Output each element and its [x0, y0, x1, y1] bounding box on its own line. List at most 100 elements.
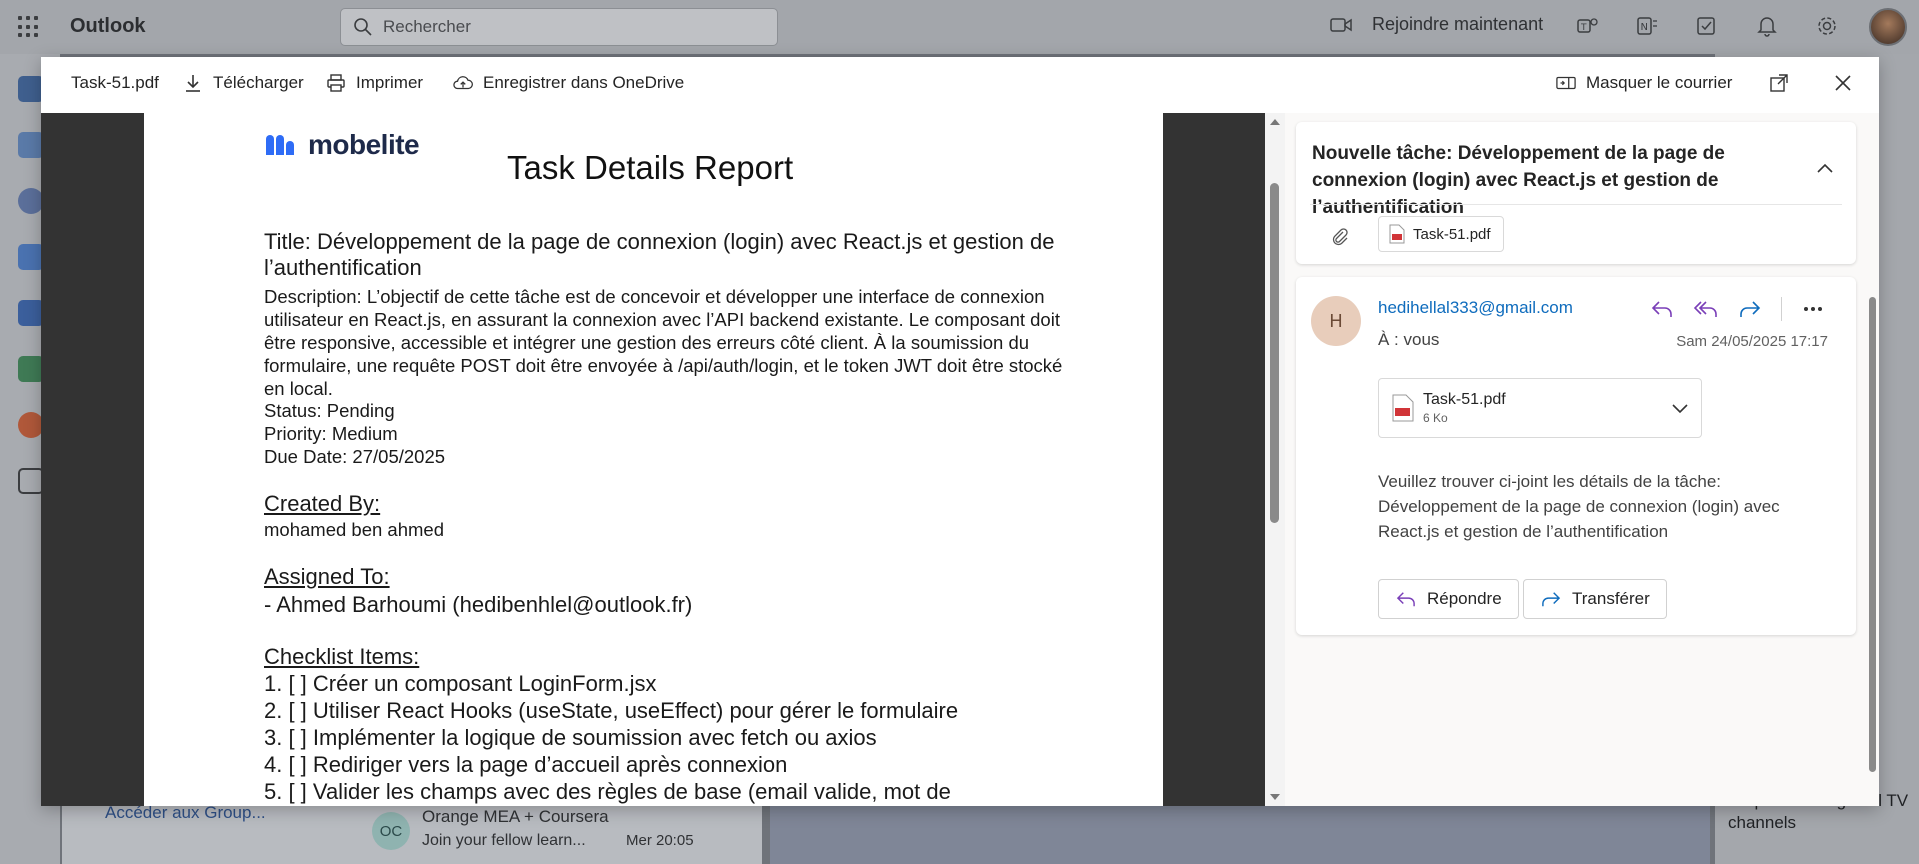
created-by-heading: Created By: — [264, 491, 381, 516]
checklist-item: 5. [ ] Valider les champs avec des règle… — [264, 779, 951, 804]
mail-subject: Nouvelle tâche: Développement de la page… — [1312, 143, 1725, 218]
pdf-preview[interactable]: mobelite Task Details Report Title: Déve… — [41, 113, 1265, 806]
print-button[interactable]: Imprimer — [326, 73, 423, 93]
bell-icon[interactable] — [1755, 14, 1779, 38]
viewer-toolbar: Task-51.pdf Télécharger Imprimer Enregis… — [41, 57, 1879, 113]
svg-text:T: T — [1580, 23, 1587, 33]
pdf-scroll-thumb[interactable] — [1270, 183, 1279, 523]
message-body: Veuillez trouver ci-joint les détails de… — [1378, 472, 1780, 541]
more-actions-icon[interactable] — [1800, 296, 1826, 322]
assigned-to-value: - Ahmed Barhoumi (hedibenhlel@outlook.fr… — [264, 592, 693, 617]
reply-button[interactable]: Répondre — [1378, 579, 1519, 619]
download-label: Télécharger — [213, 73, 304, 92]
search-placeholder: Rechercher — [383, 17, 471, 36]
printer-icon — [327, 74, 345, 92]
outlook-header: Outlook Rechercher Rejoindre maintenant … — [0, 0, 1919, 54]
cloud-upload-icon — [453, 76, 473, 90]
checklist-heading: Checklist Items: — [264, 644, 420, 669]
video-camera-icon — [1330, 17, 1352, 32]
save-onedrive-button[interactable]: Enregistrer dans OneDrive — [453, 73, 684, 93]
reply-icon — [1396, 592, 1415, 607]
subject-card: Nouvelle tâche: Développement de la page… — [1296, 122, 1856, 264]
reply-icon[interactable] — [1649, 296, 1675, 322]
divider — [1310, 204, 1842, 205]
reply-label: Répondre — [1427, 589, 1502, 608]
forward-label: Transférer — [1572, 589, 1650, 608]
logo-wordmark: mobelite — [308, 129, 420, 160]
action-separator — [1781, 297, 1782, 321]
join-now-label: Rejoindre maintenant — [1372, 14, 1544, 34]
groups-link[interactable]: Accéder aux Group... — [105, 803, 266, 823]
sender-avatar: OC — [372, 812, 410, 850]
created-by-value: mohamed ben ahmed — [264, 519, 444, 540]
pdf-file-icon — [1389, 224, 1405, 244]
checklist-item: 1. [ ] Créer un composant LoginForm.jsx — [264, 671, 657, 696]
mail-scrollbar[interactable] — [1867, 283, 1879, 803]
checklist-item: 4. [ ] Rediriger vers la page d’accueil … — [264, 752, 788, 777]
paperclip-icon[interactable] — [1330, 226, 1350, 246]
attachment-card[interactable]: Task-51.pdf 6 Ko — [1378, 378, 1702, 438]
svg-text:N: N — [1641, 22, 1648, 33]
forward-icon[interactable] — [1737, 296, 1763, 322]
task-status: Status: Pending — [264, 400, 395, 421]
attachment-chip-label: Task-51.pdf — [1413, 225, 1491, 243]
hide-mail-button[interactable]: Masquer le courrier — [1556, 73, 1732, 93]
app-launcher-icon[interactable] — [18, 16, 40, 38]
checklist-item: 3. [ ] Implémenter la logique de soumiss… — [264, 725, 877, 750]
task-priority: Priority: Medium — [264, 423, 398, 444]
file-name: Task-51.pdf — [71, 73, 159, 93]
pdf-file-icon — [1392, 394, 1414, 422]
pdf-page: mobelite Task Details Report Title: Déve… — [144, 113, 1163, 806]
report-title: Task Details Report — [507, 149, 794, 186]
teams-icon[interactable]: T — [1575, 14, 1599, 38]
download-button[interactable]: Télécharger — [183, 73, 304, 93]
bg-mail-date: Mer 20:05 — [626, 832, 694, 849]
checklist-item: 2. [ ] Utiliser React Hooks (useState, u… — [264, 698, 959, 723]
pop-out-button[interactable] — [1769, 73, 1789, 93]
print-label: Imprimer — [356, 73, 424, 92]
mobelite-logo-icon — [266, 135, 294, 155]
attachment-viewer-modal: Task-51.pdf Télécharger Imprimer Enregis… — [41, 57, 1879, 806]
close-button[interactable] — [1833, 73, 1853, 93]
close-icon — [1835, 75, 1851, 91]
message-card: H hedihellal333@gmail.com À : vous Sam 2… — [1296, 277, 1856, 635]
forward-button[interactable]: Transférer — [1523, 579, 1667, 619]
assigned-to-heading: Assigned To: — [264, 564, 390, 589]
recipient-line: À : vous — [1378, 330, 1440, 349]
save-onedrive-label: Enregistrer dans OneDrive — [483, 73, 685, 92]
bg-mail-sender[interactable]: Orange MEA + Coursera — [422, 807, 609, 827]
download-icon — [186, 75, 200, 92]
hide-mail-label: Masquer le courrier — [1586, 73, 1733, 92]
task-due-date: Due Date: 27/05/2025 — [264, 446, 446, 467]
todo-icon[interactable] — [1695, 14, 1719, 38]
bg-mail-subject[interactable]: Join your fellow learn... — [422, 832, 586, 850]
attachment-size: 6 Ko — [1423, 411, 1448, 425]
scroll-down-arrow-icon[interactable] — [1265, 790, 1285, 804]
app-name: Outlook — [70, 15, 146, 37]
search-box[interactable]: Rechercher — [340, 8, 778, 46]
sender-avatar: H — [1311, 296, 1361, 346]
chevron-down-icon[interactable] — [1671, 402, 1689, 414]
reply-all-icon[interactable] — [1693, 296, 1719, 322]
file-name-label: Task-51.pdf — [71, 73, 159, 92]
onenote-icon[interactable]: N — [1635, 14, 1659, 38]
mobelite-logo: mobelite — [264, 129, 420, 161]
join-now-button[interactable]: Rejoindre maintenant — [1330, 14, 1543, 35]
hide-panel-icon — [1556, 76, 1576, 90]
attachment-name: Task-51.pdf — [1423, 391, 1506, 408]
pop-out-icon — [1770, 74, 1788, 92]
pdf-scrollbar[interactable] — [1265, 113, 1285, 806]
chevron-up-icon[interactable] — [1816, 162, 1834, 174]
gear-icon[interactable] — [1815, 14, 1839, 38]
mail-scroll-thumb[interactable] — [1869, 297, 1876, 772]
task-description: Description: L’objectif de cette tâche e… — [264, 286, 1063, 399]
user-avatar[interactable] — [1869, 8, 1907, 46]
attachment-chip[interactable]: Task-51.pdf — [1378, 216, 1504, 252]
scroll-up-arrow-icon[interactable] — [1265, 115, 1285, 129]
background-reading-pane — [770, 800, 1710, 864]
search-icon — [354, 18, 372, 36]
message-date: Sam 24/05/2025 17:17 — [1676, 333, 1828, 350]
task-title: Title: Développement de la page de conne… — [264, 229, 1055, 280]
forward-icon — [1542, 592, 1561, 607]
sender-email[interactable]: hedihellal333@gmail.com — [1378, 298, 1573, 318]
